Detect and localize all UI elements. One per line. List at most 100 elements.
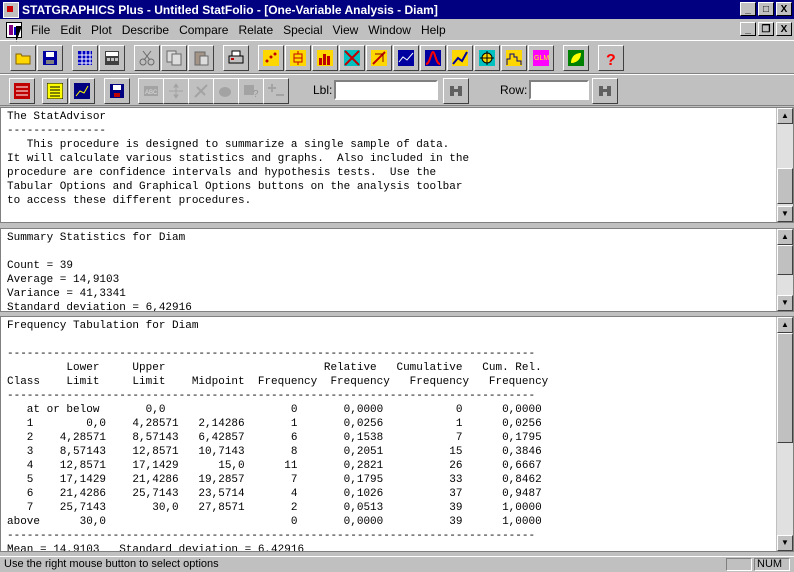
- trend-line-icon: [452, 50, 468, 66]
- print-button[interactable]: [223, 45, 249, 71]
- onevariable-button[interactable]: [285, 45, 311, 71]
- leaf-icon: [568, 50, 584, 66]
- exclude-button[interactable]: [263, 78, 289, 104]
- menu-compare[interactable]: Compare: [174, 23, 233, 37]
- document-window-controls: _ ❐ X: [740, 22, 792, 36]
- menu-describe[interactable]: Describe: [117, 23, 174, 37]
- minimize-button[interactable]: _: [740, 2, 756, 16]
- calculator-icon: [105, 51, 119, 65]
- histogram-icon: [506, 50, 522, 66]
- graphical-options-button[interactable]: [69, 78, 95, 104]
- menu-help[interactable]: Help: [416, 23, 451, 37]
- menu-file[interactable]: File: [26, 23, 55, 37]
- doc-close-button[interactable]: X: [776, 22, 792, 36]
- tabular-options-icon: [47, 83, 63, 99]
- svg-text:?: ?: [253, 89, 259, 99]
- pane-options-icon: ABC: [144, 86, 158, 96]
- scroll-down-icon[interactable]: ▼: [777, 535, 793, 551]
- save-results-button[interactable]: [104, 78, 130, 104]
- data-editor-button[interactable]: [99, 45, 125, 71]
- clipboard-icon: [194, 51, 209, 66]
- multiple-variable-button[interactable]: [339, 45, 365, 71]
- scroll-down-icon[interactable]: ▼: [777, 295, 793, 311]
- open-button[interactable]: [10, 45, 36, 71]
- statadvisor-text: The StatAdvisor --------------- This pro…: [7, 111, 470, 207]
- window-title: STATGRAPHICS Plus - Untitled StatFolio -…: [22, 2, 438, 17]
- scroll-thumb[interactable]: [777, 333, 793, 443]
- paste-button[interactable]: [188, 45, 214, 71]
- graphical-options-icon: [74, 83, 90, 99]
- diagonal-scatter-icon: [371, 50, 387, 66]
- scroll-down-icon[interactable]: ▼: [777, 206, 793, 222]
- lbl-label: Lbl:: [313, 83, 333, 97]
- menu-window[interactable]: Window: [363, 23, 416, 37]
- normal-curve-icon: [425, 50, 441, 66]
- scroll-thumb[interactable]: [777, 168, 793, 204]
- main-toolbar: GLM ?: [0, 40, 794, 74]
- xy-plot-button[interactable]: [366, 45, 392, 71]
- binoculars-icon: [450, 86, 462, 96]
- statadvisor-pane[interactable]: The StatAdvisor --------------- This pro…: [0, 107, 794, 223]
- frequency-scrollbar[interactable]: ▲ ▼: [776, 317, 793, 551]
- brush-icon: [219, 87, 231, 97]
- frequency-tabulation-pane[interactable]: Frequency Tabulation for Diam ----------…: [0, 316, 794, 552]
- status-message: Use the right mouse button to select opt…: [4, 558, 219, 570]
- brush-button[interactable]: [213, 78, 239, 104]
- menu-relate[interactable]: Relate: [233, 23, 278, 37]
- app-icon[interactable]: [3, 1, 19, 18]
- scatterplot-button[interactable]: [258, 45, 284, 71]
- menu-edit[interactable]: Edit: [55, 23, 86, 37]
- scatter-plot-icon: [263, 50, 279, 66]
- scroll-up-icon[interactable]: ▲: [777, 317, 793, 333]
- statadvisor-scrollbar[interactable]: ▲ ▼: [776, 108, 793, 222]
- row-search-button[interactable]: [592, 78, 618, 104]
- status-cell-empty: [726, 558, 752, 571]
- bar-chart-icon: [317, 50, 333, 66]
- summary-scrollbar[interactable]: ▲ ▼: [776, 229, 793, 311]
- svg-text:ABC: ABC: [145, 90, 158, 96]
- spreadsheet-button[interactable]: [72, 45, 98, 71]
- barchart-button[interactable]: [312, 45, 338, 71]
- trend-button[interactable]: [447, 45, 473, 71]
- identify-icon: ?: [244, 85, 259, 99]
- identify-button[interactable]: ?: [238, 78, 264, 104]
- distribution-button[interactable]: [420, 45, 446, 71]
- menu-special[interactable]: Special: [278, 23, 327, 37]
- row-input[interactable]: [529, 80, 589, 100]
- cut-button[interactable]: [134, 45, 160, 71]
- glm-icon: GLM: [533, 50, 549, 66]
- rotate-button[interactable]: [163, 78, 189, 104]
- save-results-icon: [110, 84, 124, 98]
- plus-minus-icon: [268, 84, 284, 96]
- tabular-options-button[interactable]: [42, 78, 68, 104]
- glm-button[interactable]: GLM: [528, 45, 554, 71]
- scroll-up-icon[interactable]: ▲: [777, 229, 793, 245]
- scroll-thumb[interactable]: [777, 245, 793, 275]
- maximize-button[interactable]: □: [758, 2, 774, 16]
- folder-open-icon: [15, 53, 31, 65]
- svg-text:GLM: GLM: [534, 55, 549, 62]
- frequency-tabulation-text: Frequency Tabulation for Diam ----------…: [7, 320, 549, 552]
- target-grid-icon: [479, 50, 495, 66]
- lbl-input[interactable]: [334, 80, 438, 100]
- summary-statistics-pane[interactable]: Summary Statistics for Diam Count = 39 A…: [0, 228, 794, 312]
- help-button[interactable]: ?: [598, 45, 624, 71]
- statadvisor-button[interactable]: [563, 45, 589, 71]
- menu-view[interactable]: View: [327, 23, 363, 37]
- close-button[interactable]: X: [776, 2, 792, 16]
- doc-restore-button[interactable]: ❐: [758, 22, 774, 36]
- target-button[interactable]: [474, 45, 500, 71]
- line-chart-button[interactable]: [393, 45, 419, 71]
- copy-button[interactable]: [161, 45, 187, 71]
- lbl-search-button[interactable]: [443, 78, 469, 104]
- menu-plot[interactable]: Plot: [86, 23, 117, 37]
- analysis-toolbar: ABC ? Lbl: Row:: [0, 74, 794, 106]
- save-button[interactable]: [37, 45, 63, 71]
- pane-options-button[interactable]: ABC: [138, 78, 164, 104]
- input-dialog-button[interactable]: [9, 78, 35, 104]
- histogram-button[interactable]: [501, 45, 527, 71]
- doc-minimize-button[interactable]: _: [740, 22, 756, 36]
- scroll-up-icon[interactable]: ▲: [777, 108, 793, 124]
- matrix-plot-icon: [344, 50, 360, 66]
- jitter-button[interactable]: [188, 78, 214, 104]
